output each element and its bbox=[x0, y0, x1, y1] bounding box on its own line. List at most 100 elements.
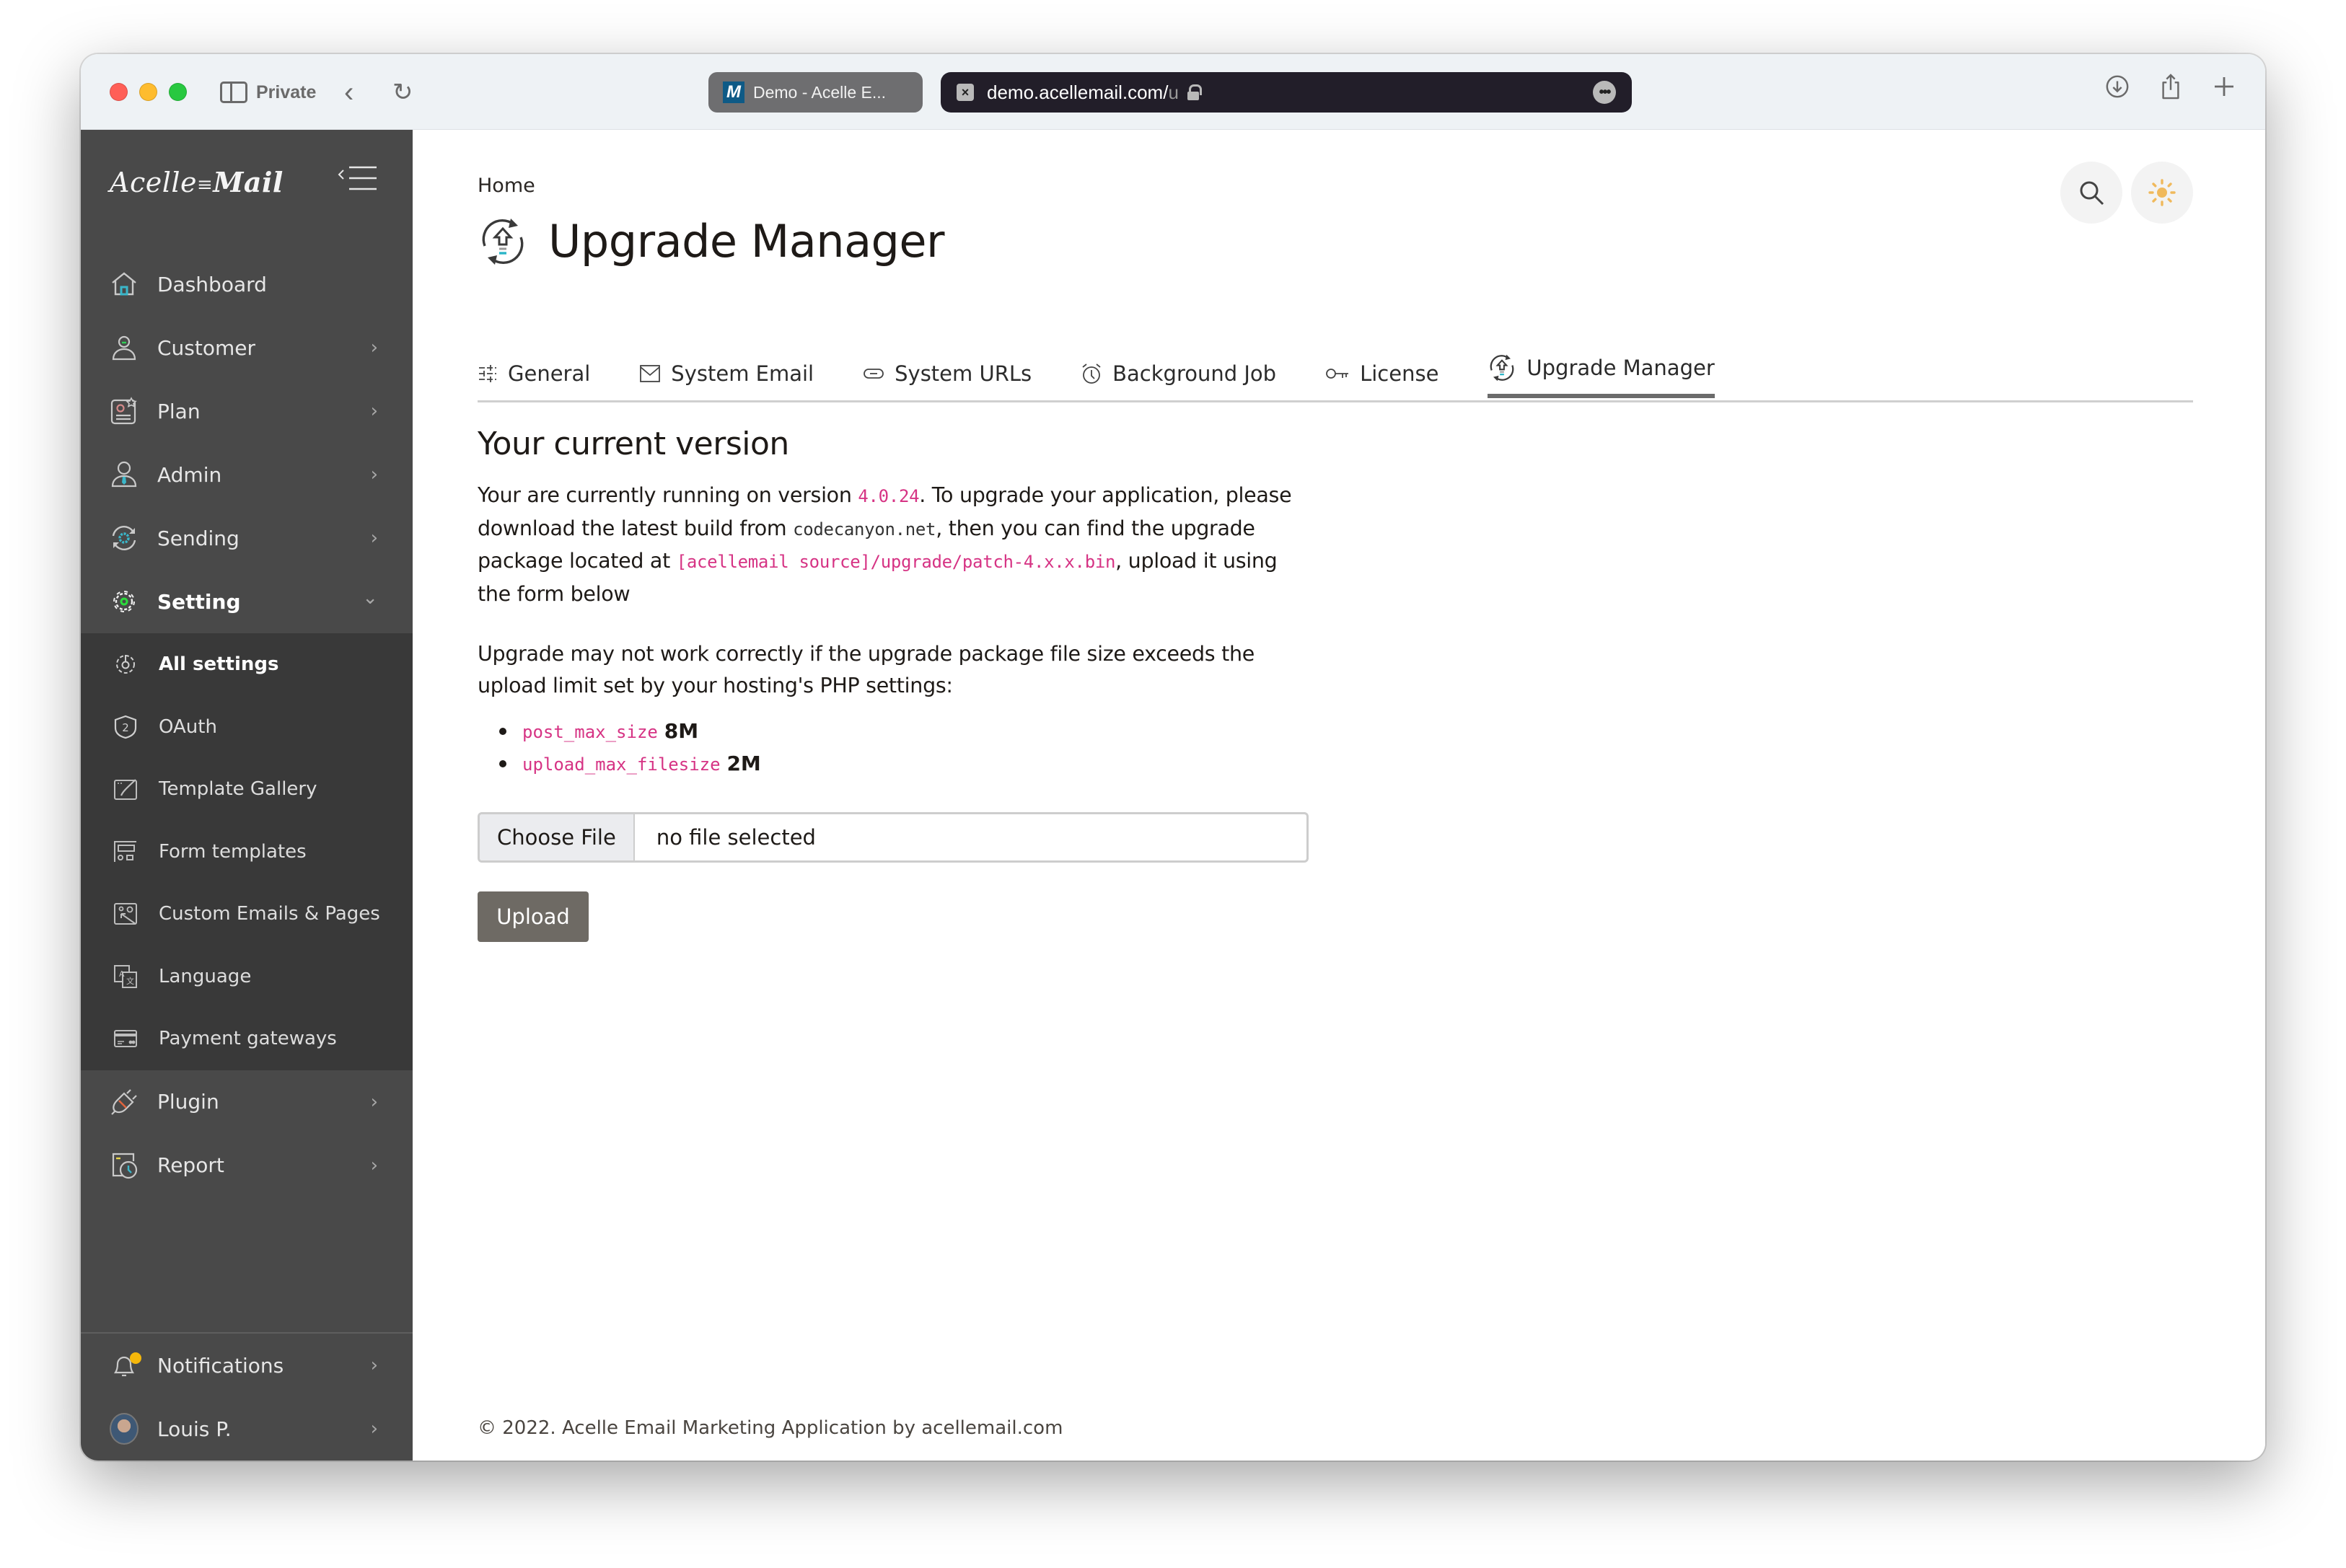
browser-toolbar: Private ‹ ↻ M Demo - Acelle E... × demo.… bbox=[81, 54, 2265, 130]
all-settings-icon bbox=[116, 655, 135, 674]
payment-card-icon bbox=[114, 1030, 137, 1048]
download-icon bbox=[2106, 75, 2129, 98]
settings-tabs: General System Email System URLs Backgro… bbox=[478, 346, 2193, 402]
sidebar-toggle-button[interactable]: Private bbox=[220, 76, 316, 109]
upgrade-section: Your current version Your are currently … bbox=[478, 426, 1314, 942]
page-title-text: Upgrade Manager bbox=[548, 215, 945, 268]
share-icon bbox=[2162, 74, 2179, 100]
back-button[interactable]: ‹ bbox=[344, 76, 353, 109]
chevron-right-icon: › bbox=[370, 337, 378, 358]
sliders-icon bbox=[479, 365, 496, 382]
tab-system-urls[interactable]: System URLs bbox=[863, 346, 1081, 401]
chevron-right-icon: › bbox=[370, 1355, 378, 1376]
address-bar[interactable]: × demo.acellemail.com/u ••• bbox=[941, 72, 1632, 113]
sidebar-icon bbox=[220, 82, 247, 103]
tab-system-email[interactable]: System Email bbox=[639, 346, 863, 401]
lock-icon bbox=[1187, 84, 1202, 100]
key-icon bbox=[1326, 369, 1349, 379]
sidebar-item-admin[interactable]: Admin › bbox=[81, 443, 413, 506]
sidebar-item-customer[interactable]: Customer › bbox=[81, 316, 413, 379]
setting-gear-icon bbox=[113, 591, 135, 612]
sidebar-item-dashboard[interactable]: Dashboard bbox=[81, 252, 413, 316]
avatar bbox=[110, 1413, 139, 1445]
chevron-right-icon: › bbox=[370, 1154, 378, 1176]
maximize-window-button[interactable] bbox=[169, 83, 187, 101]
customer-icon bbox=[112, 335, 136, 361]
theme-toggle-button[interactable] bbox=[2131, 162, 2193, 224]
list-item: upload_max_filesize 2M bbox=[478, 748, 1314, 780]
download-site: codecanyon.net bbox=[793, 519, 936, 539]
sidebar-item-notifications[interactable]: Notifications › bbox=[81, 1334, 413, 1397]
sidebar-nav: Dashboard Customer › Plan › Admin › Send… bbox=[81, 252, 413, 1197]
close-window-button[interactable] bbox=[110, 83, 128, 101]
home-icon bbox=[112, 272, 136, 296]
back-chevron-icon: ‹ bbox=[344, 76, 354, 108]
file-status: no file selected bbox=[656, 825, 816, 850]
reload-icon: ↻ bbox=[392, 79, 413, 106]
admin-icon bbox=[111, 461, 137, 488]
collapse-menu-icon bbox=[338, 166, 377, 190]
svg-text:文: 文 bbox=[126, 976, 134, 986]
sidebar-item-template-gallery[interactable]: Template Gallery bbox=[81, 758, 413, 821]
tab-upgrade-manager[interactable]: Upgrade Manager bbox=[1488, 340, 1715, 398]
tab-general[interactable]: General bbox=[478, 346, 639, 401]
sidebar-item-plan[interactable]: Plan › bbox=[81, 379, 413, 443]
sidebar-item-custom-emails-pages[interactable]: Custom Emails & Pages bbox=[81, 883, 413, 946]
acelle-favicon-icon: M bbox=[723, 82, 744, 103]
private-mode-label: Private bbox=[256, 82, 317, 102]
breadcrumb-home[interactable]: Home bbox=[478, 175, 535, 197]
more-options-icon[interactable]: ••• bbox=[1593, 81, 1616, 104]
plugin-icon bbox=[111, 1088, 137, 1115]
tab-license[interactable]: License bbox=[1325, 346, 1488, 401]
sidebar-item-language[interactable]: A文 Language bbox=[81, 946, 413, 1008]
sidebar-item-report[interactable]: Report › bbox=[81, 1134, 413, 1197]
window-controls bbox=[110, 83, 187, 101]
chevron-right-icon: › bbox=[370, 527, 378, 549]
search-button[interactable] bbox=[2060, 162, 2122, 224]
language-icon: A文 bbox=[114, 964, 137, 988]
current-version: 4.0.24 bbox=[858, 486, 920, 506]
file-input[interactable]: Choose File no file selected bbox=[478, 812, 1309, 863]
download-button[interactable] bbox=[2105, 74, 2130, 99]
new-tab-button[interactable] bbox=[2212, 74, 2236, 99]
sidebar: Acelle≡Mail Dashboard Customer › Plan › bbox=[81, 130, 413, 1461]
reload-button[interactable]: ↻ bbox=[392, 76, 413, 109]
upload-limit-warning: Upgrade may not work correctly if the up… bbox=[478, 642, 1255, 697]
sidebar-item-plugin[interactable]: Plugin › bbox=[81, 1070, 413, 1134]
section-title: Your current version bbox=[478, 426, 789, 462]
plus-icon bbox=[2215, 77, 2233, 96]
footer-copyright: © 2022. Acelle Email Marketing Applicati… bbox=[478, 1417, 1063, 1439]
sidebar-item-form-templates[interactable]: Form templates bbox=[81, 821, 413, 884]
sidebar-footer: Notifications › Louis P. › bbox=[81, 1332, 413, 1461]
sidebar-item-payment-gateways[interactable]: Payment gateways bbox=[81, 1008, 413, 1070]
browser-tab[interactable]: M Demo - Acelle E... bbox=[708, 72, 923, 113]
close-tab-icon[interactable]: × bbox=[957, 84, 974, 101]
chevron-right-icon: › bbox=[370, 1418, 378, 1440]
svg-text:2: 2 bbox=[122, 721, 129, 734]
sidebar-item-setting[interactable]: Setting ⌄ bbox=[81, 570, 413, 633]
minimize-window-button[interactable] bbox=[139, 83, 157, 101]
sidebar-item-all-settings[interactable]: All settings bbox=[81, 633, 413, 696]
form-templates-icon bbox=[114, 840, 136, 862]
search-icon bbox=[2080, 181, 2104, 206]
collapse-sidebar-button[interactable] bbox=[338, 166, 378, 192]
sidebar-item-oauth[interactable]: 2 OAuth bbox=[81, 696, 413, 759]
browser-window: Private ‹ ↻ M Demo - Acelle E... × demo.… bbox=[81, 54, 2265, 1461]
share-button[interactable] bbox=[2158, 74, 2183, 100]
notification-badge bbox=[130, 1352, 141, 1364]
tab-background-job[interactable]: Background Job bbox=[1081, 346, 1325, 401]
browser-tab-title: Demo - Acelle E... bbox=[753, 82, 887, 102]
choose-file-button[interactable]: Choose File bbox=[480, 814, 635, 860]
sending-icon bbox=[112, 526, 136, 550]
upload-button[interactable]: Upload bbox=[478, 891, 589, 942]
sidebar-item-user-profile[interactable]: Louis P. › bbox=[81, 1397, 413, 1461]
browser-actions bbox=[2105, 74, 2236, 100]
sun-icon bbox=[2148, 179, 2176, 206]
template-gallery-icon bbox=[114, 779, 137, 801]
chevron-right-icon: › bbox=[370, 464, 378, 485]
version-info-paragraph: Your are currently running on version 4.… bbox=[478, 483, 1292, 606]
list-item: post_max_size 8M bbox=[478, 715, 1314, 748]
sidebar-item-sending[interactable]: Sending › bbox=[81, 506, 413, 570]
report-icon bbox=[112, 1153, 138, 1179]
brand-logo[interactable]: Acelle≡Mail bbox=[110, 166, 284, 198]
